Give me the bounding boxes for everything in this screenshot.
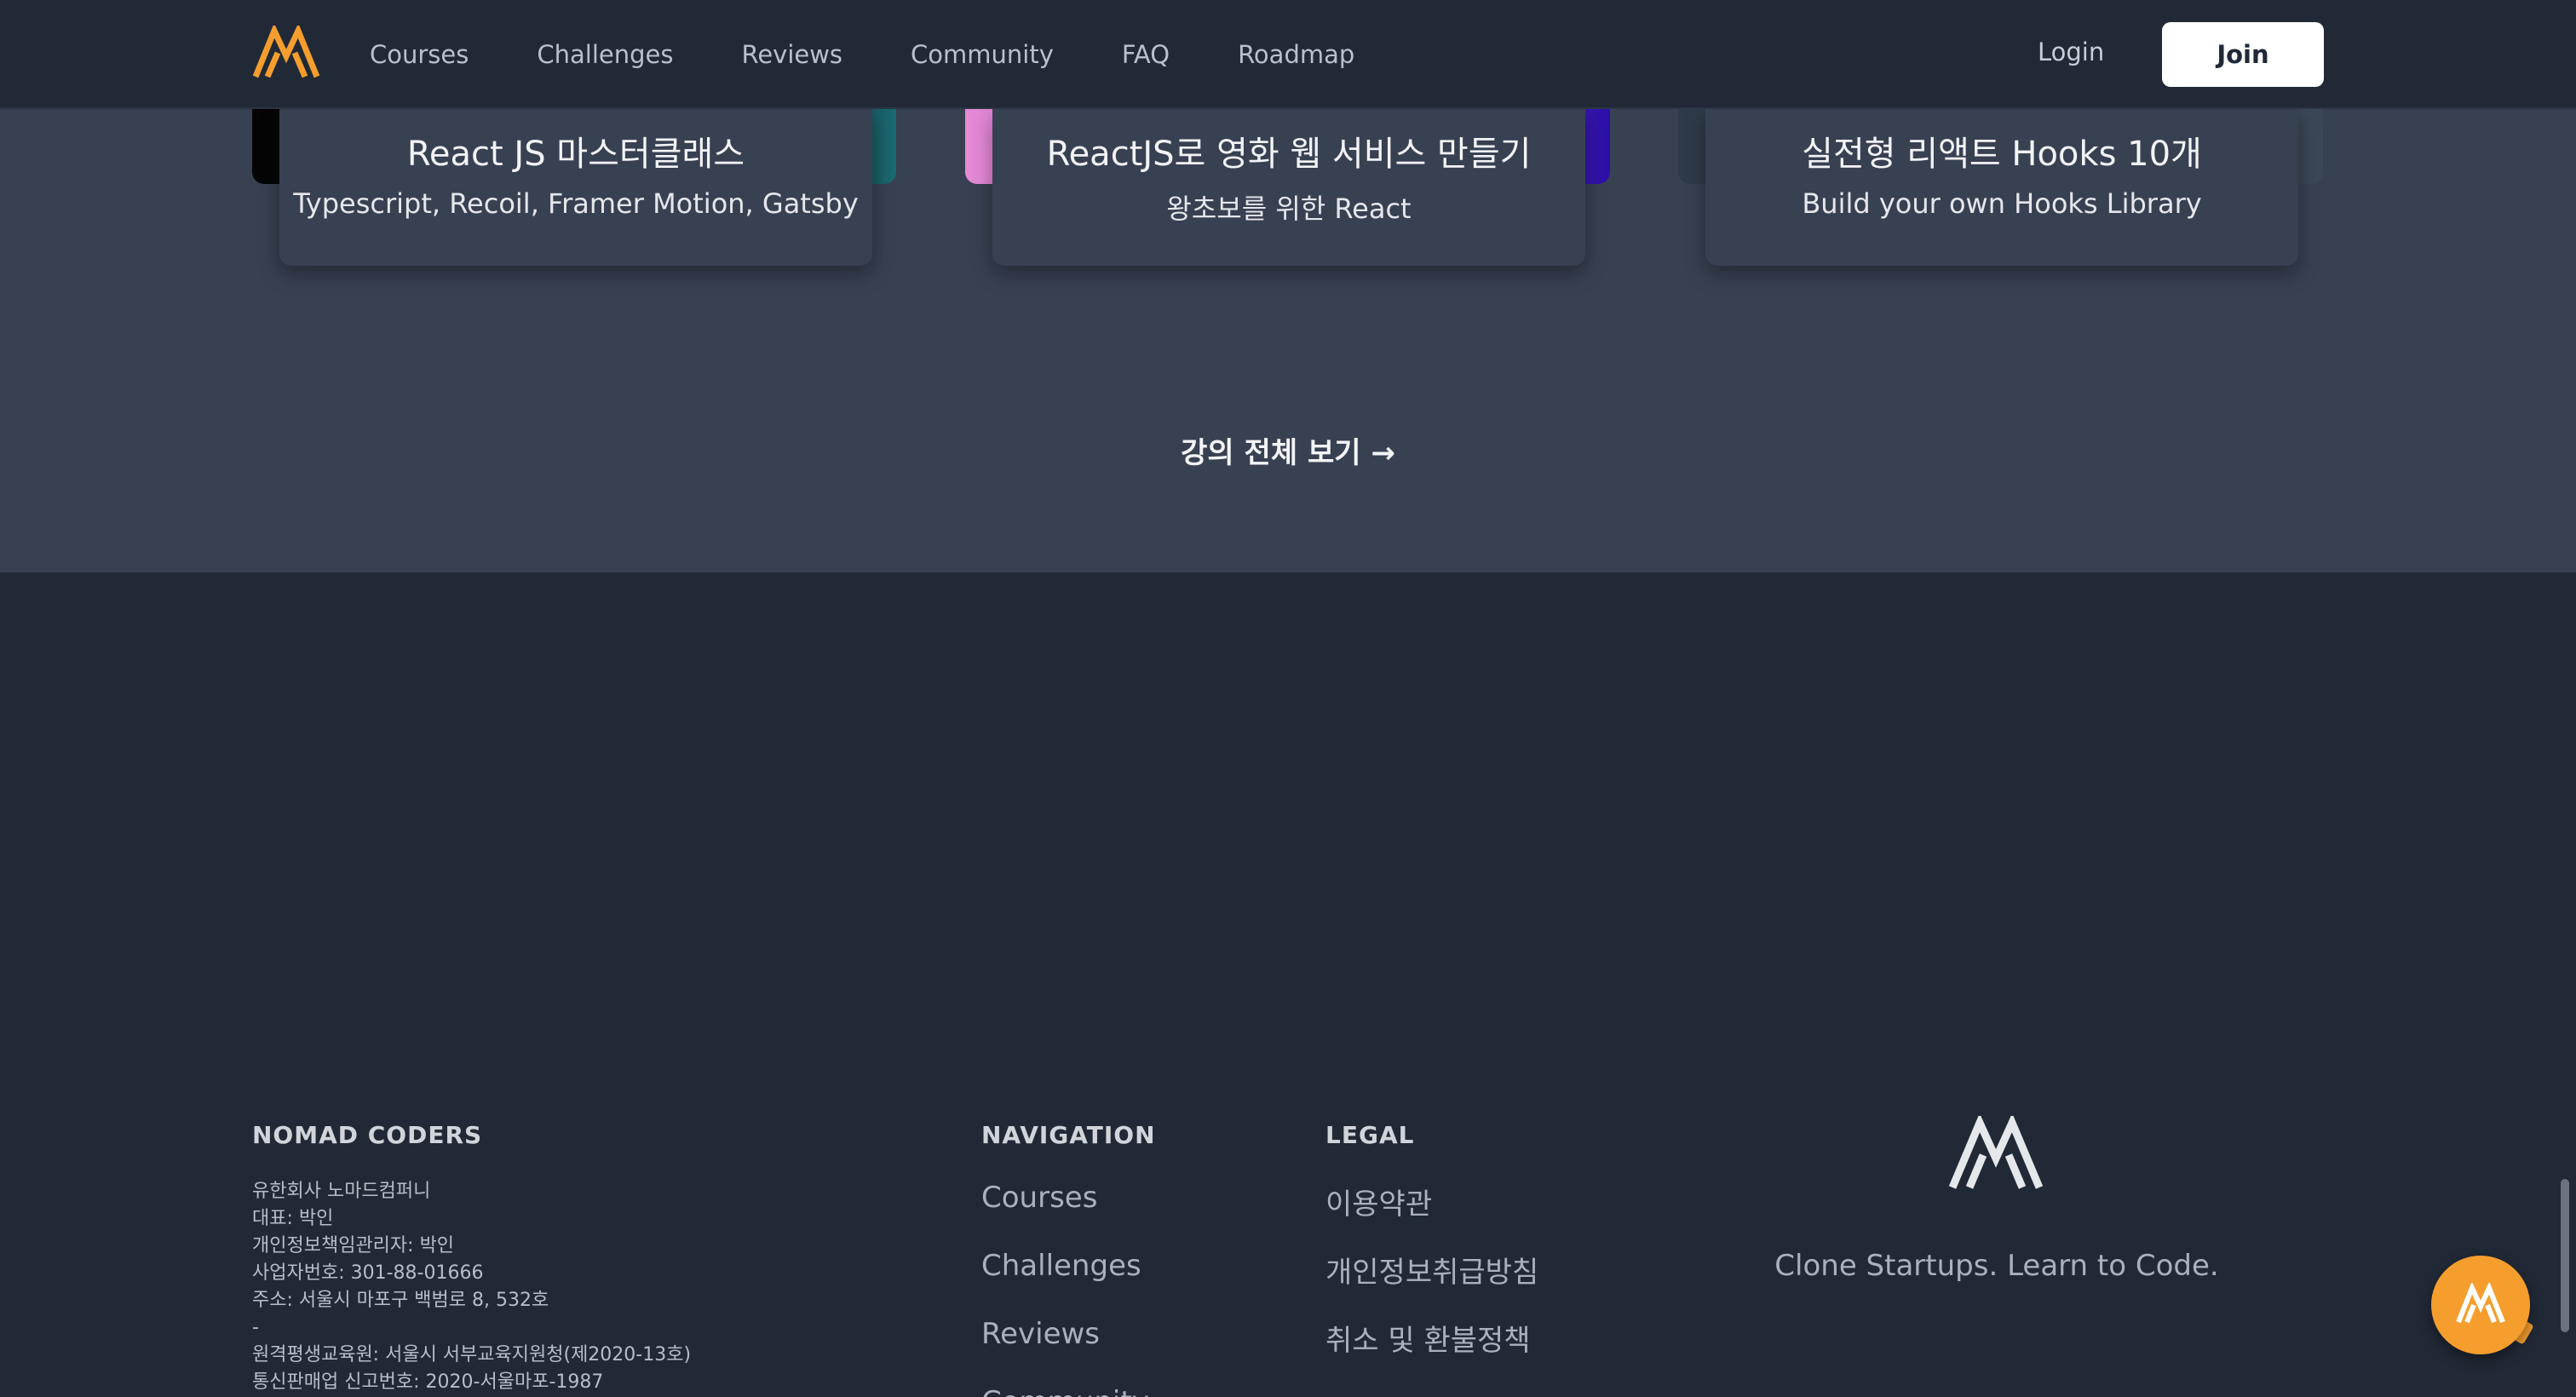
nav-community[interactable]: Community <box>911 40 1054 69</box>
company-info-line: - <box>252 1317 259 1338</box>
nav-faq[interactable]: FAQ <box>1122 40 1170 69</box>
page-scrollbar-thumb[interactable] <box>2561 1179 2569 1332</box>
company-info-line: 주소: 서울시 마포구 백범로 8, 532호 <box>252 1290 549 1311</box>
site-header: Courses Challenges Reviews Community FAQ… <box>0 0 2576 109</box>
company-info-line: 대표: 박인 <box>252 1208 334 1229</box>
nav-reviews[interactable]: Reviews <box>741 40 842 69</box>
nomad-logo-icon <box>1948 1116 2044 1189</box>
footer-link-community[interactable]: Community <box>981 1385 1149 1397</box>
nav-challenges[interactable]: Challenges <box>537 40 673 69</box>
course-card[interactable]: ReactJS로 영화 웹 서비스 만들기 왕초보를 위한 React <box>992 109 1585 266</box>
footer-link-refund[interactable]: 취소 및 환불정책 <box>1325 1317 1531 1359</box>
login-link[interactable]: Login <box>2038 37 2104 66</box>
company-info: 유한회사 노마드컴퍼니 대표: 박인 개인정보책임관리자: 박인 사업자번호: … <box>252 1178 691 1396</box>
footer-link-reviews[interactable]: Reviews <box>981 1317 1100 1351</box>
footer-link-courses[interactable]: Courses <box>981 1181 1097 1215</box>
nav-courses[interactable]: Courses <box>370 40 469 69</box>
course-title: 실전형 리액트 Hooks 10개 <box>1802 135 2202 174</box>
nomad-logo-icon <box>2456 1283 2505 1324</box>
footer-tagline: Clone Startups. Learn to Code. <box>1774 1249 2219 1283</box>
navigation-heading: NAVIGATION <box>981 1121 1156 1149</box>
nav-roadmap[interactable]: Roadmap <box>1238 40 1354 69</box>
course-card[interactable]: React JS 마스터클래스 Typescript, Recoil, Fram… <box>279 109 872 266</box>
course-subtitle: Build your own Hooks Library <box>1802 187 2202 220</box>
company-info-line: 개인정보책임관리자: 박인 <box>252 1235 455 1256</box>
course-subtitle: Typescript, Recoil, Framer Motion, Gatsb… <box>293 187 859 220</box>
footer-link-challenges[interactable]: Challenges <box>981 1249 1141 1283</box>
legal-heading: LEGAL <box>1325 1121 1415 1149</box>
courses-section: React JS 마스터클래스 Typescript, Recoil, Fram… <box>0 109 2576 572</box>
main-nav: Courses Challenges Reviews Community FAQ… <box>370 0 1423 109</box>
course-card[interactable]: 실전형 리액트 Hooks 10개 Build your own Hooks L… <box>1705 109 2298 266</box>
company-info-line: 통신판매업 신고번호: 2020-서울마포-1987 <box>252 1371 604 1393</box>
see-all-courses-link[interactable]: 강의 전체 보기 → <box>0 429 2576 471</box>
footer-link-terms[interactable]: 이용약관 <box>1325 1181 1432 1222</box>
course-subtitle: 왕초보를 위한 React <box>1166 193 1412 225</box>
company-heading: NOMAD CODERS <box>252 1121 483 1149</box>
join-button[interactable]: Join <box>2162 22 2324 87</box>
course-title: ReactJS로 영화 웹 서비스 만들기 <box>1046 135 1532 174</box>
company-info-line: 사업자번호: 301-88-01666 <box>252 1262 484 1284</box>
course-title: React JS 마스터클래스 <box>406 135 745 174</box>
footer-link-privacy[interactable]: 개인정보취급방침 <box>1325 1249 1538 1291</box>
nomad-logo-icon[interactable] <box>252 26 320 80</box>
chat-support-button[interactable] <box>2431 1256 2530 1354</box>
company-info-line: 유한회사 노마드컴퍼니 <box>252 1181 431 1202</box>
company-info-line: 원격평생교육원: 서울시 서부교육지원청(제2020-13호) <box>252 1344 692 1365</box>
